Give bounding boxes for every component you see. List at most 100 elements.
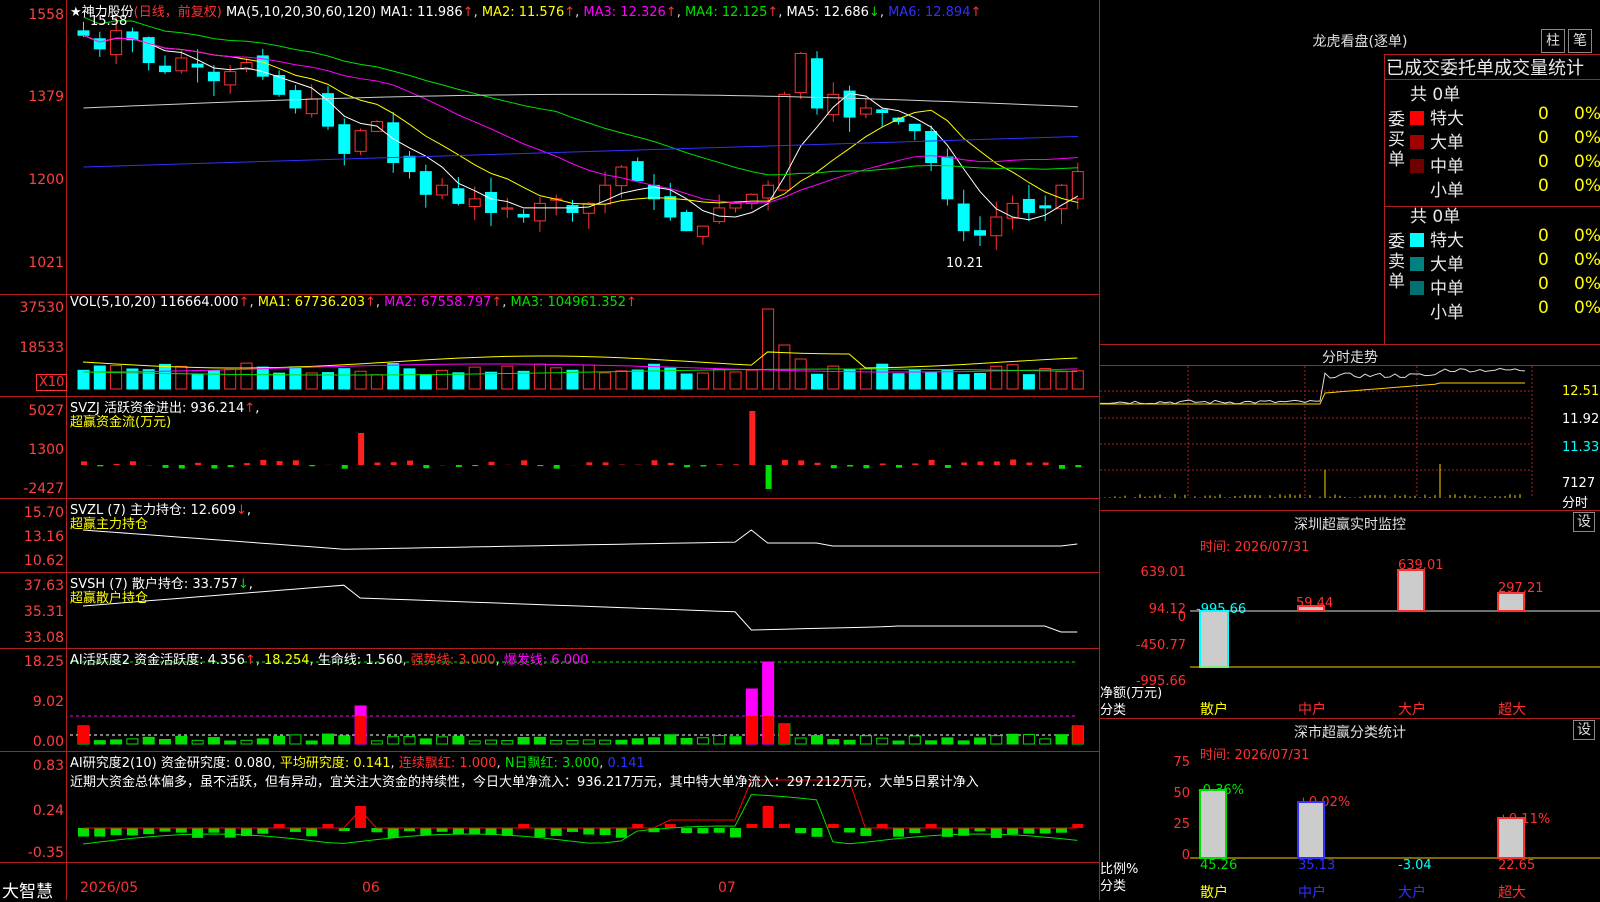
svzj-bar xyxy=(521,460,527,465)
svzj-bar xyxy=(733,464,739,465)
y-tick: 18.25 xyxy=(0,654,64,670)
ai1-bar xyxy=(290,735,301,744)
vol-multiplier-badge[interactable]: X10 xyxy=(36,374,67,391)
ai2-bar xyxy=(730,828,741,837)
ai1-bar xyxy=(371,741,382,744)
svzj-bar xyxy=(489,462,495,465)
ai1-bar xyxy=(388,737,399,744)
ai1-bar xyxy=(893,741,904,744)
svzj-bar xyxy=(668,463,674,465)
candle-body xyxy=(1072,172,1083,199)
right-panel-charts xyxy=(1100,0,1600,900)
svzj-bar xyxy=(407,461,413,465)
ai1-bar xyxy=(795,738,806,744)
ai2-bar xyxy=(583,828,594,835)
period-label[interactable]: (日线，前复权) xyxy=(134,5,222,20)
sz-bar xyxy=(1200,611,1228,667)
svzj-bar xyxy=(603,462,609,465)
svzj-bar xyxy=(749,411,755,465)
ai2-bar xyxy=(795,828,806,833)
volume-bar xyxy=(176,366,187,389)
candle-body xyxy=(437,185,448,195)
svzj-bar xyxy=(211,465,217,468)
y-tick: 10.62 xyxy=(0,553,64,569)
y-tick: 37530 xyxy=(0,300,64,316)
ai2-bar xyxy=(714,828,725,833)
volume-bar xyxy=(420,375,431,389)
volume-bar xyxy=(551,368,562,389)
svzj-bar xyxy=(358,433,364,465)
ai1-bar xyxy=(241,740,252,744)
volume-bar xyxy=(779,345,790,389)
ma-label: MA(5,10,20,30,60,120) xyxy=(226,5,376,20)
candle-body xyxy=(958,204,969,231)
volume-bar xyxy=(486,372,497,389)
sc-bar xyxy=(1498,818,1524,858)
volume-bar xyxy=(404,369,415,389)
vol-ma3: MA3: 104961.352 xyxy=(511,295,626,310)
ai2-bar xyxy=(94,828,105,837)
ai1-bar xyxy=(160,739,171,744)
volume-bar xyxy=(274,373,285,389)
svzj-bar xyxy=(880,463,886,465)
ai2-bar xyxy=(437,828,448,832)
ai2-text: 近期大资金总体偏多，虽不活跃，但有异动，宜关注大资金的持续性，今日大单净流入：9… xyxy=(70,771,1098,790)
ai1-bar xyxy=(583,740,594,744)
candle-body xyxy=(860,108,871,114)
volume-bar xyxy=(600,373,611,389)
ai1-bar xyxy=(877,738,888,744)
ai1-bar xyxy=(1056,735,1067,744)
volume-bar xyxy=(795,359,806,389)
ai1-bar xyxy=(111,740,122,744)
ai2-bar xyxy=(991,828,1002,838)
ai1-bar xyxy=(257,739,268,744)
svzj-bar xyxy=(831,465,837,468)
candle-body xyxy=(795,53,806,92)
candle-body xyxy=(388,123,399,163)
volume-bar xyxy=(1007,365,1018,389)
vol-ma1: MA1: 67736.203 xyxy=(258,295,365,310)
volume-bar xyxy=(437,370,448,389)
ai1-header: AI活跃度2 资金活跃度: 4.356↑, 18.254, 生命线: 1.560… xyxy=(70,649,589,668)
ai2-bar xyxy=(942,828,953,837)
ai1-bar xyxy=(404,737,415,744)
ai1-bar-red xyxy=(355,716,366,744)
svzl-sub: 超赢主力持仓 xyxy=(70,513,148,532)
sc-bar xyxy=(1298,802,1324,858)
candle-body xyxy=(942,157,953,199)
ai1-bar xyxy=(926,741,937,744)
ai2-bar xyxy=(1023,828,1034,834)
ai2-bar xyxy=(828,824,839,828)
candle-body xyxy=(697,226,708,236)
svzj-bar xyxy=(717,464,723,465)
fs-price-line xyxy=(1100,368,1525,403)
ai2-bar xyxy=(551,828,562,836)
candle-body xyxy=(583,203,594,213)
ai2-bar xyxy=(779,824,790,828)
candle-body xyxy=(453,189,464,204)
arrow-up-icon: ↑ xyxy=(564,5,575,20)
svzj-bar xyxy=(244,463,250,465)
candle-body xyxy=(681,213,692,231)
svzj-bar xyxy=(586,462,592,465)
volume-bar xyxy=(909,370,920,389)
brand-logo[interactable]: 大智慧 xyxy=(2,877,53,902)
ai2-bar xyxy=(453,828,464,834)
svzj-bar xyxy=(81,461,87,465)
volume-bar xyxy=(681,374,692,389)
svzj-bar xyxy=(537,465,543,466)
ai2-bar xyxy=(534,828,545,837)
y-axis-line xyxy=(66,0,67,900)
volume-bar xyxy=(583,365,594,389)
ai2-bar xyxy=(176,828,187,833)
ai2-bar xyxy=(812,828,823,837)
y-tick: -2427 xyxy=(0,481,64,497)
ai1-bar xyxy=(518,738,529,744)
volume-bar xyxy=(632,370,643,389)
candle-body xyxy=(502,208,513,209)
svzj-bar xyxy=(97,465,103,466)
y-tick: 1558 xyxy=(0,7,64,23)
candle-body xyxy=(1023,199,1034,212)
y-tick: 35.31 xyxy=(0,604,64,620)
vol-label: VOL(5,10,20) xyxy=(70,295,156,310)
